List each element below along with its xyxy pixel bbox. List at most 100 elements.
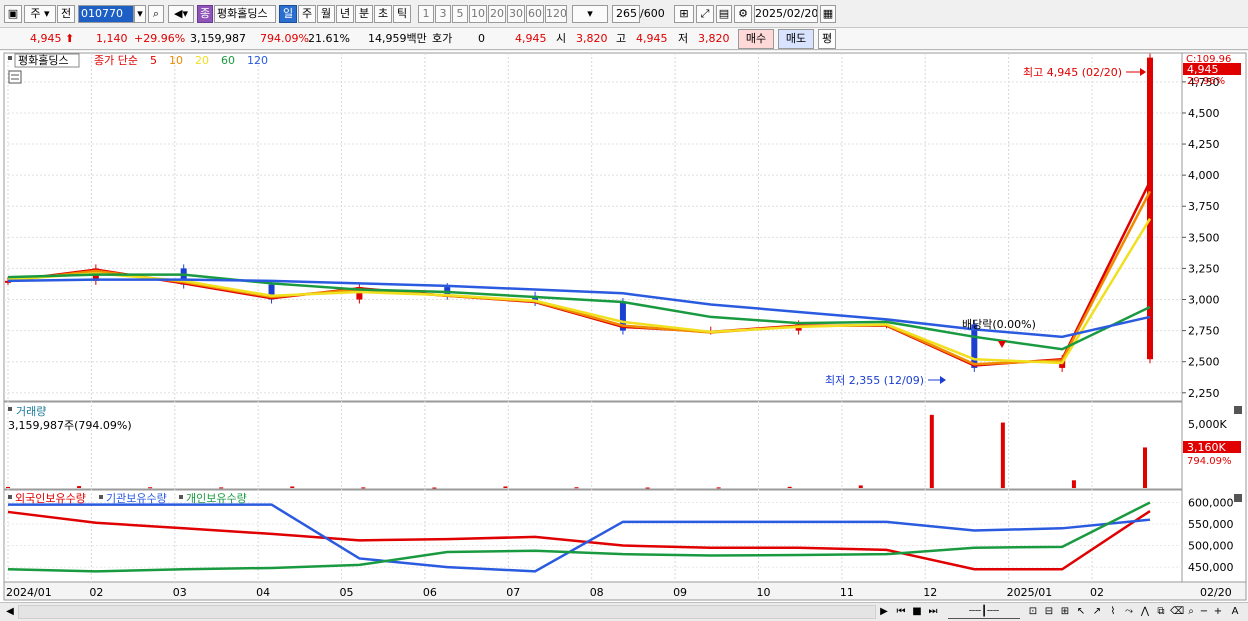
scroll-bar[interactable]: ◀ ▶ ⏮ ■ ⏭ ┄┄┃┄┄ ⊡ ⊟ ⊞ ↖ ↗ ⌇ ⤳ ⋀ ⧉ ⌫ ⌕ − … [0,602,1248,621]
interval-button[interactable]: 5 [452,5,468,23]
volume-bar [645,487,650,489]
period-button[interactable]: 주 [298,5,316,23]
bid-value: 0 [478,32,485,45]
x-tick-label: 2024/01 [6,586,52,599]
volume-bar [290,486,295,488]
bid-price: 4,945 [515,32,547,45]
volume-title: 거래량 [16,405,46,418]
y-tick-label: 3,750 [1188,200,1220,213]
zoom-out-icon[interactable]: − [1198,605,1210,619]
interval-button[interactable]: 60 [526,5,544,23]
ma-legend-item: 5 [150,54,157,67]
wave-tool-icon[interactable]: ⌇ [1106,605,1120,619]
code-dropdown-icon[interactable]: ▾ [134,5,146,23]
interval-button[interactable]: 20 [488,5,506,23]
x-tick-label: 02 [89,586,103,599]
y-tick-label: 4,250 [1188,138,1220,151]
volume-last-tag: 3,160K [1187,441,1226,454]
low-annotation: 최저 2,355 (12/09) [825,374,924,387]
copy-icon[interactable]: ⧉ [1154,605,1168,619]
candle-type-icon[interactable]: ⊞ [674,5,694,23]
period-button[interactable]: 틱 [393,5,411,23]
x-tick-label: 11 [840,586,854,599]
volume-bar [77,486,82,488]
period-button[interactable]: 초 [374,5,392,23]
quote-bar: 4,945 ⬆ 1,140 +29.96% 3,159,987 794.09% … [0,28,1248,50]
volume-bar [858,485,863,488]
legend-dot-icon [8,56,12,60]
range-dropdown[interactable]: ▾ [572,5,608,23]
split-icon[interactable]: ⊟ [1042,605,1056,619]
stop-icon[interactable]: ■ [910,605,924,619]
panel-settings-icon[interactable] [8,70,22,84]
volume-bar [787,486,792,488]
line-tool-icon[interactable]: ↗ [1090,605,1104,619]
sell-button[interactable]: 매도 [778,29,814,49]
chart-area[interactable]: 4,750 4,500 4,250 4,000 3,750 3,500 3,250 3,000… [0,51,1248,602]
candle-body [1147,57,1153,360]
calendar-icon[interactable]: ▦ [820,5,836,23]
bid-label: 호가 [432,32,453,45]
window-menu-icon[interactable]: ▣ [4,5,22,23]
legend-dot-icon [8,407,12,411]
period-button[interactable]: 분 [355,5,373,23]
market-select[interactable]: 주 ▾ [24,5,56,23]
volume-value: 3,159,987 [190,32,246,45]
buy-button[interactable]: 매수 [738,29,774,49]
x-axis-right-label: 02/20 [1200,586,1232,599]
trend-tool-icon[interactable]: ⤳ [1122,605,1136,619]
layout-icon[interactable]: ⊡ [1026,605,1040,619]
period-button[interactable]: 년 [336,5,354,23]
panel-close-icon[interactable] [1234,406,1242,414]
x-tick-label: 12 [923,586,937,599]
holding-legend: 외국인보유수량 기관보유수량 개인보유수량 [8,492,247,505]
y-tick-label: 4,500 [1188,107,1220,120]
pattern-tool-icon[interactable]: ⋀ [1138,605,1152,619]
interval-button[interactable]: 1 [418,5,434,23]
ma-legend-item: 20 [195,54,209,67]
interval-button[interactable]: 10 [469,5,487,23]
save-icon[interactable]: ▤ [716,5,732,23]
interval-button[interactable]: 30 [507,5,525,23]
zoom-in-icon[interactable]: + [1212,605,1224,619]
holding-y-tick: 500,000 [1188,540,1234,553]
stock-chart[interactable]: 4,7504,5004,2504,0003,7503,5003,2503,000… [0,51,1248,602]
volume-bar [219,487,224,489]
ma-title: 종가 단순 [94,54,138,67]
eval-button[interactable]: 평 [818,29,836,49]
date-input[interactable]: 2025/02/20 [754,5,818,23]
eraser-icon[interactable]: ⌫ [1170,605,1184,619]
cursor-icon[interactable]: ↖ [1074,605,1088,619]
stock-code-input[interactable]: 010770 [78,5,134,23]
auto-scale-icon[interactable]: A [1228,605,1242,619]
holding-legend-item: 외국인보유수량 [15,492,86,505]
y-tick-label: 3,250 [1188,262,1220,275]
rewind-icon[interactable]: ⏮ [894,605,908,619]
count-input[interactable]: 265 [612,5,640,23]
period-button[interactable]: 일 [279,5,297,23]
legend-dot-icon [99,495,103,499]
draw-tool-icon[interactable]: ⤢ [696,5,714,23]
trade-amount: 14,959백만 [368,32,427,45]
zoom-slider[interactable]: ┄┄┃┄┄ [948,605,1020,619]
search-icon[interactable]: ⌕ [148,5,164,23]
y-tick-label: 3,000 [1188,294,1220,307]
interval-button[interactable]: 3 [435,5,451,23]
scroll-right-icon[interactable]: ▶ [878,605,890,619]
zoom-icon[interactable]: ⌕ [1184,605,1198,619]
stock-name-field[interactable]: 평화홀딩스 [214,5,276,23]
scroll-left-icon[interactable]: ◀ [4,605,16,619]
prev-button[interactable]: 전 [57,5,75,23]
interval-button[interactable]: 120 [545,5,567,23]
scroll-track[interactable] [18,605,876,619]
gear-icon[interactable]: ⚙ [734,5,752,23]
volume-bar [1071,480,1076,488]
stock-type-badge: 종 [197,5,213,23]
high-price: 4,945 [636,32,668,45]
forward-icon[interactable]: ⏭ [926,605,940,619]
speaker-icon[interactable]: ◀▾ [168,5,194,23]
panel-close-icon[interactable] [1234,494,1242,502]
period-button[interactable]: 월 [317,5,335,23]
grid-view-icon[interactable]: ⊞ [1058,605,1072,619]
dividend-annotation: 배당락(0.00%) [962,318,1036,331]
